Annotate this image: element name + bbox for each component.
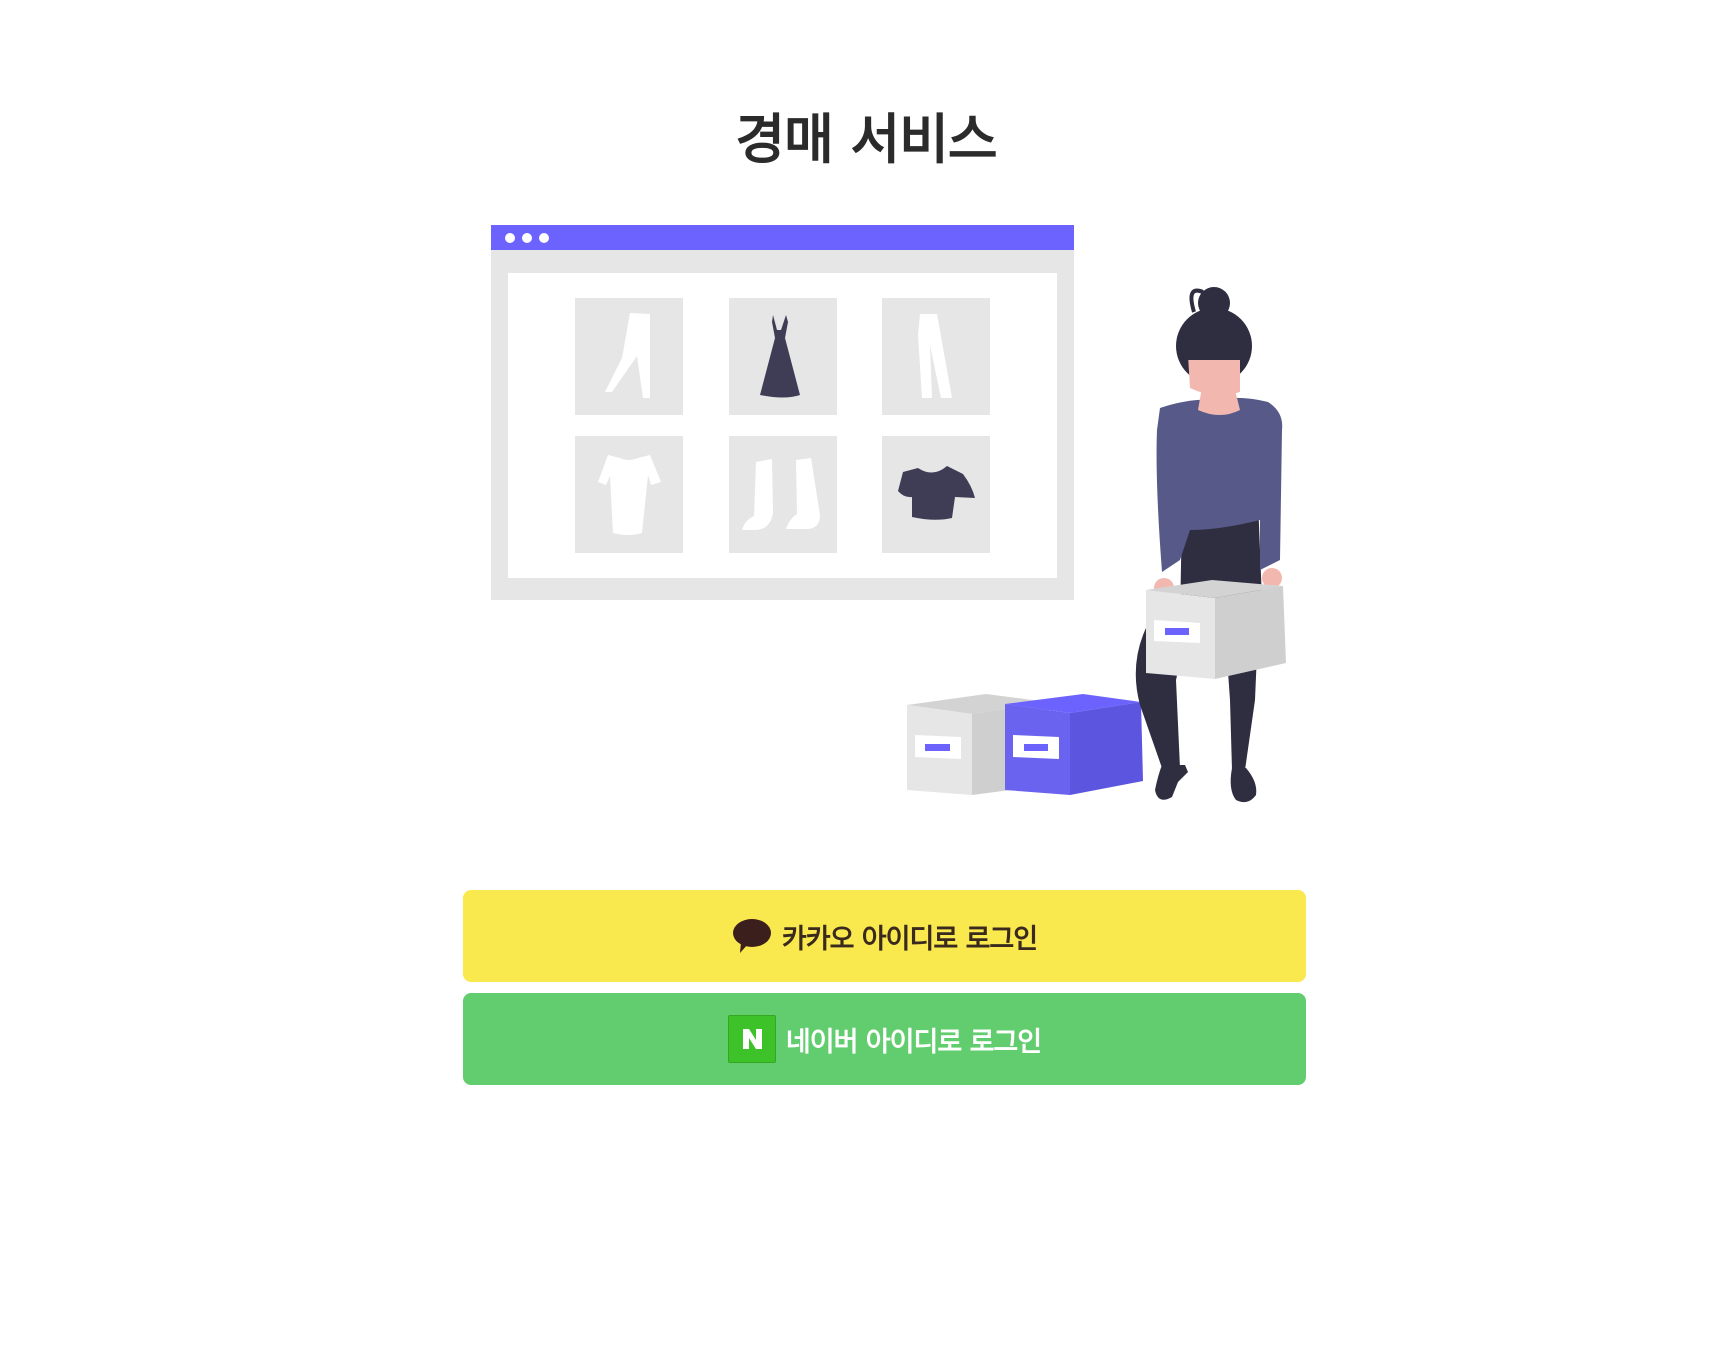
kakao-login-label: 카카오 아이디로 로그인 <box>781 923 1038 955</box>
naver-n-icon <box>727 1015 776 1063</box>
kakao-speech-bubble-icon <box>732 918 772 954</box>
naver-login-button[interactable]: 네이버 아이디로 로그인 <box>463 993 1306 1085</box>
woman-figure-graphic <box>1135 287 1286 803</box>
kakao-login-button[interactable]: 카카오 아이디로 로그인 <box>463 890 1306 982</box>
naver-login-label: 네이버 아이디로 로그인 <box>785 1026 1042 1058</box>
online-shop-illustration <box>491 225 1286 803</box>
boxes-graphic <box>907 694 1143 795</box>
